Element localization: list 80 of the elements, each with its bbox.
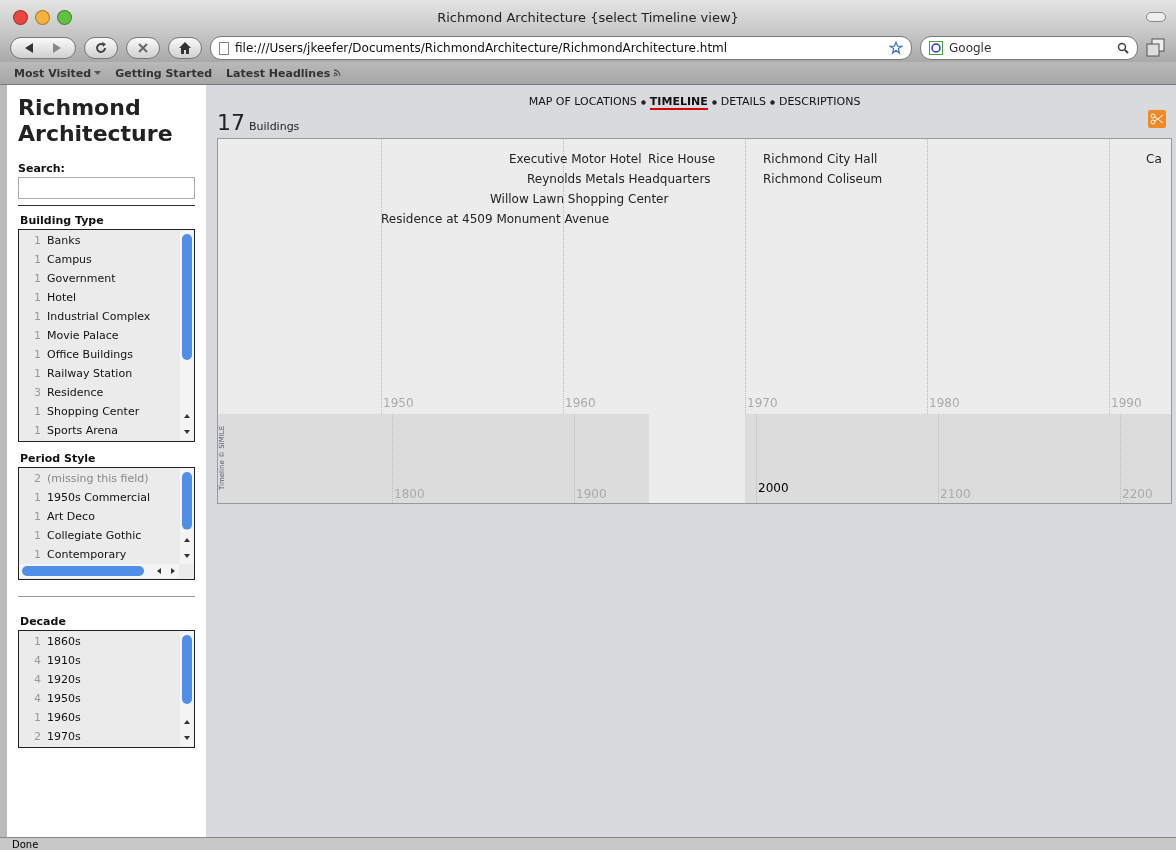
- separator-dot: [640, 100, 646, 105]
- search-engine-icon[interactable]: [929, 41, 943, 55]
- page-icon: [219, 41, 229, 55]
- feed-icon: [333, 69, 342, 77]
- facet-item[interactable]: 4 1920s: [19, 669, 180, 689]
- year-label: 1970: [747, 396, 778, 410]
- timeline-event[interactable]: Willow Lawn Shopping Center: [490, 192, 669, 206]
- facet-item[interactable]: 1 Railway Station: [19, 363, 180, 383]
- star-icon[interactable]: [889, 41, 903, 55]
- address-field[interactable]: file:///Users/jkeefer/Documents/RichmondArchitecture/RichmondArchitecture.html: [210, 36, 912, 60]
- search-label: Search:: [18, 161, 66, 175]
- window-title: Richmond Architecture {select Timeline view}: [437, 9, 739, 25]
- facet-title: Decade: [20, 614, 67, 628]
- timeline-event[interactable]: Rice House: [648, 152, 716, 166]
- facet-item[interactable]: 1 1960s: [19, 707, 180, 727]
- facet-item[interactable]: 1 Office Buildings: [19, 344, 180, 364]
- year-label: 1990: [1111, 396, 1142, 410]
- back-forward-button[interactable]: [10, 37, 76, 59]
- facet-item[interactable]: 1 Contemporary: [19, 544, 180, 564]
- home-icon: [179, 42, 191, 54]
- back-forward-arrows-icon: [23, 42, 63, 54]
- horizontal-scrollbar-drawing[interactable]: [19, 563, 179, 578]
- close-button[interactable]: [13, 10, 28, 25]
- facet-title: Period Style: [20, 451, 97, 465]
- result-count: 17: [217, 110, 245, 135]
- view-tab[interactable]: DESCRIPTIONS: [778, 95, 861, 110]
- year-label: 1950: [383, 396, 414, 410]
- timeline-event[interactable]: Residence at 4509 Monument Avenue: [381, 212, 610, 226]
- facet-item[interactable]: 2 1970s: [19, 726, 180, 746]
- timeline-event[interactable]: Ca: [1146, 152, 1162, 166]
- close-icon: [138, 43, 148, 53]
- separator-dot: [769, 100, 775, 105]
- reload-button[interactable]: [84, 37, 118, 59]
- facet-item[interactable]: 4 1950s: [19, 688, 180, 708]
- facet-item[interactable]: 1 Sports Arena: [19, 420, 180, 440]
- zoom-button[interactable]: [57, 10, 72, 25]
- year-label: 1960: [565, 396, 596, 410]
- status-text: Done: [0, 837, 1176, 850]
- scrollbar-drawing[interactable]: [180, 467, 194, 564]
- search-icon[interactable]: [1117, 42, 1129, 54]
- facet-item[interactable]: 1 Government: [19, 268, 180, 288]
- facet-title: Building Type: [20, 213, 105, 227]
- facet-item[interactable]: 1 Art Deco: [19, 506, 180, 526]
- home-button[interactable]: [168, 37, 202, 59]
- minimize-button[interactable]: [35, 10, 50, 25]
- facet-item[interactable]: 3 Residence: [19, 382, 180, 402]
- year-label: 1980: [929, 396, 960, 410]
- facet-item[interactable]: 1 Industrial Complex: [19, 306, 180, 326]
- year-label: 2000: [758, 481, 789, 495]
- timeline-event[interactable]: Richmond Coliseum: [763, 172, 883, 186]
- search-field[interactable]: Google: [920, 36, 1138, 60]
- bookmark-link[interactable]: Most Visited: [14, 66, 102, 80]
- timeline-event[interactable]: Executive Motor Hotel: [509, 152, 642, 166]
- scrollbar-drawing[interactable]: [180, 630, 194, 746]
- windows-icon[interactable]: [1146, 38, 1166, 58]
- stop-button[interactable]: [126, 37, 160, 59]
- caret-icon: [94, 70, 102, 76]
- view-tab[interactable]: DETAILS: [720, 95, 766, 110]
- bookmark-link[interactable]: Latest Headlines: [226, 66, 342, 80]
- facet-item[interactable]: 4 1910s: [19, 650, 180, 670]
- reload-icon: [95, 42, 107, 54]
- facet-item[interactable]: 1 Banks: [19, 230, 180, 250]
- site-title: Richmond Architecture: [18, 95, 174, 148]
- bookmark-link[interactable]: Getting Started: [115, 66, 213, 80]
- facet-item[interactable]: 1 Collegiate Gothic: [19, 525, 180, 545]
- facet-item[interactable]: 1 1860s: [19, 631, 180, 651]
- facet-item[interactable]: 1 Campus: [19, 249, 180, 269]
- toolbar-toggle-button[interactable]: [1146, 12, 1166, 22]
- search-input[interactable]: [18, 176, 195, 199]
- facet-item[interactable]: 1 Shopping Center: [19, 401, 180, 421]
- scrollbar-drawing[interactable]: [180, 229, 194, 440]
- timeline-event[interactable]: Reynolds Metals Headquarters: [527, 172, 711, 186]
- result-unit: Buildings: [249, 120, 300, 133]
- view-tab[interactable]: MAP OF LOCATIONS: [528, 95, 637, 110]
- facet-item[interactable]: 1 1950s Commercial: [19, 487, 180, 507]
- facet-item[interactable]: 1 Hotel: [19, 287, 180, 307]
- timeline-event[interactable]: Richmond City Hall: [763, 152, 878, 166]
- facet-item[interactable]: 1 Movie Palace: [19, 325, 180, 345]
- view-tab[interactable]: TIMELINE: [649, 95, 708, 110]
- separator-dot: [711, 100, 717, 105]
